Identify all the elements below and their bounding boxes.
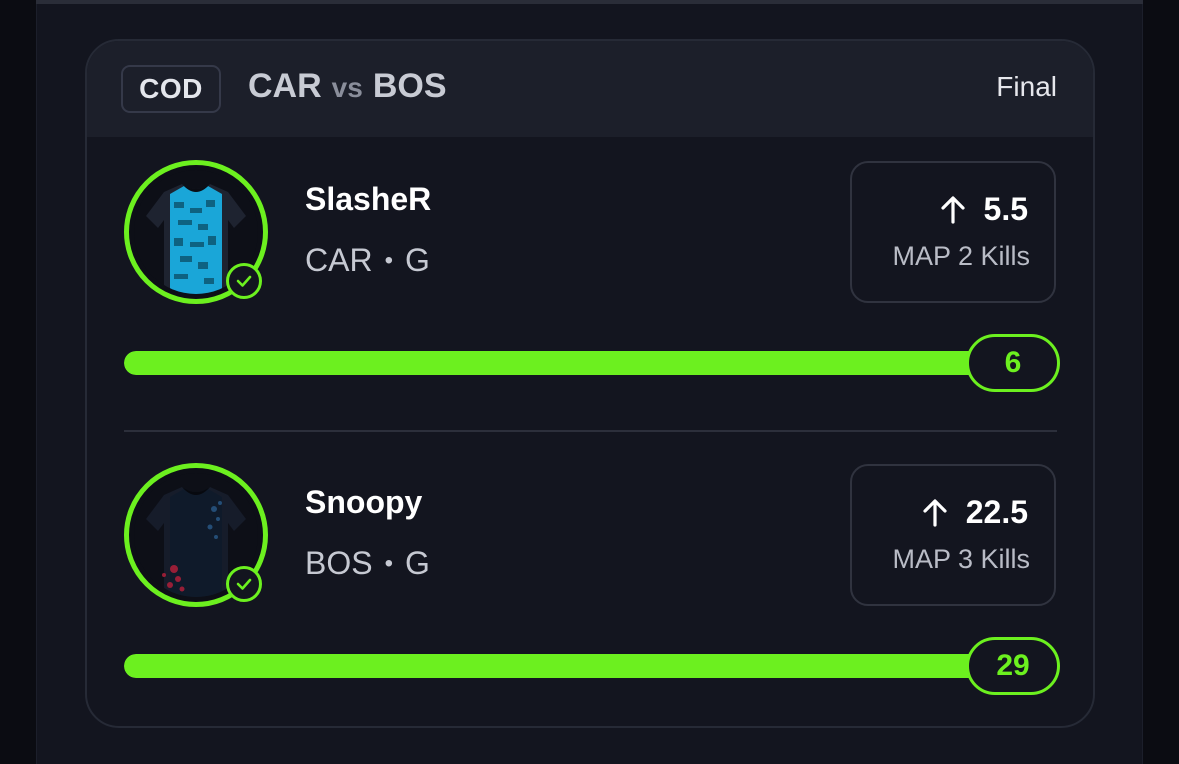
vs-label: vs <box>331 72 363 103</box>
team-b: BOS <box>372 67 447 105</box>
result-badge: 29 <box>966 637 1060 695</box>
matchup-title: CAR vs BOS <box>248 67 447 111</box>
player-name: SlasheR <box>305 181 432 217</box>
checkmark-icon <box>226 263 262 299</box>
sport-badge: COD <box>121 65 221 113</box>
prop-line: 5.5 <box>938 191 1028 228</box>
player-avatar <box>124 160 268 304</box>
player-team: BOS <box>305 545 373 581</box>
player-position: G <box>404 242 430 278</box>
player-position: G <box>404 545 430 581</box>
progress-fill <box>124 351 984 375</box>
card-header: COD CAR vs BOS Final <box>87 41 1093 137</box>
separator-dot: • <box>384 246 393 274</box>
progress-bar <box>124 654 984 678</box>
prop-line-box[interactable]: 22.5 MAP 3 Kills <box>850 464 1056 606</box>
arrow-up-icon <box>923 498 947 527</box>
prop-line-box[interactable]: 5.5 MAP 2 Kills <box>850 161 1056 303</box>
game-status: Final <box>996 71 1057 102</box>
checkmark-icon <box>226 566 262 602</box>
player-team: CAR <box>305 242 373 278</box>
row-divider <box>124 430 1057 432</box>
player-name: Snoopy <box>305 484 423 520</box>
line-value: 22.5 <box>965 494 1028 530</box>
matchup-card[interactable]: COD CAR vs BOS Final SlasheR CAR • G 5.5… <box>85 39 1095 728</box>
player-meta: BOS • G <box>305 545 430 582</box>
arrow-up-icon <box>940 195 965 224</box>
player-meta: CAR • G <box>305 242 430 279</box>
team-a: CAR <box>248 67 322 105</box>
top-divider <box>36 0 1143 4</box>
separator-dot: • <box>384 549 393 577</box>
progress-bar <box>124 351 984 375</box>
player-row[interactable]: SlasheR CAR • G 5.5 MAP 2 Kills 6 <box>87 159 1093 419</box>
prop-line: 22.5 <box>920 494 1028 531</box>
player-row[interactable]: Snoopy BOS • G 22.5 MAP 3 Kills 29 <box>87 462 1093 722</box>
stat-type: MAP 3 Kills <box>892 544 1030 574</box>
result-badge: 6 <box>966 334 1060 392</box>
progress-fill <box>124 654 984 678</box>
player-avatar <box>124 463 268 607</box>
line-value: 5.5 <box>983 191 1028 227</box>
stat-type: MAP 2 Kills <box>892 241 1030 271</box>
